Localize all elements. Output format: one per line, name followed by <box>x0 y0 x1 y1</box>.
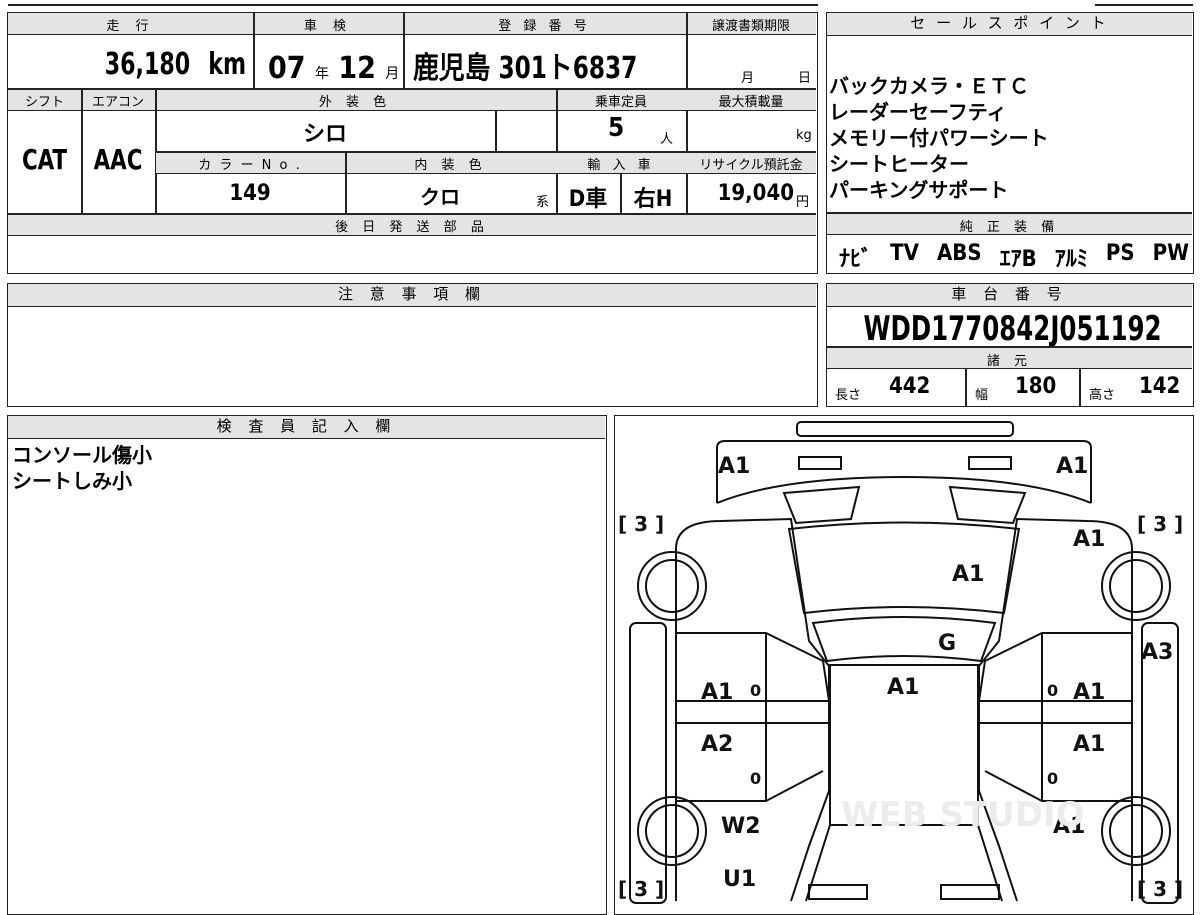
chassis-box: 車 台 番 号 WDD1770842J051192 諸 元 長さ 442 幅 1… <box>826 283 1194 407</box>
mileage-label: 走 行 <box>106 19 155 34</box>
mileage-value: 36,180 <box>105 47 191 82</box>
damage-mark: A1 <box>1073 732 1105 757</box>
damage-mark: W2 <box>721 814 761 839</box>
equipment-item: ｴｱB <box>999 247 1037 272</box>
notes-label: 注 意 事 項 欄 <box>8 284 816 307</box>
sales-point-item: パーキングサポート <box>829 178 1009 202</box>
color-no-label: カ ラ ー N o . <box>198 158 302 173</box>
inspector-notes: コンソール傷小 シートしみ小 <box>12 442 152 494</box>
sales-point-item: メモリー付パワーシート <box>829 126 1049 150</box>
zero-mark: 0 <box>1047 769 1058 788</box>
notes-box: 注 意 事 項 欄 <box>7 283 818 407</box>
max-load-label: 最大積載量 <box>718 95 784 110</box>
width-label: 幅 <box>975 388 989 403</box>
exterior-color-label: 外 装 色 <box>318 95 392 110</box>
shift-label: シフト <box>24 95 64 110</box>
import-origin-value: D車 <box>568 187 608 212</box>
watermark: WEB STUDIO <box>841 795 1085 835</box>
damage-mark: A2 <box>701 732 733 757</box>
later-parts-label: 後 日 発 送 部 品 <box>335 220 489 235</box>
sales-points-label: セ ー ル ス ポ イ ン ト <box>827 13 1192 36</box>
transfer-deadline-label: 譲渡書類期限 <box>711 19 790 34</box>
transfer-month-unit: 月 <box>741 71 755 86</box>
mileage-unit: km <box>208 47 246 82</box>
inspector-box: 検 査 員 記 入 欄 コンソール傷小 シートしみ小 <box>7 415 607 915</box>
car-diagram-box: A1 A1 A1 A1 G A1 A3 A1 A1 A2 A1 W2 A1 U1… <box>614 415 1194 915</box>
exterior-color-value: シロ <box>302 122 347 147</box>
length-value: 442 <box>889 374 931 399</box>
steering-value: 右H <box>633 187 673 212</box>
chassis-number-label: 車 台 番 号 <box>827 284 1192 307</box>
inspector-notes-label: 検 査 員 記 入 欄 <box>8 416 605 439</box>
sales-points-list: バックカメラ・ＥＴＣ レーダーセーフティ メモリー付パワーシート シートヒーター… <box>829 73 1189 203</box>
shift-value: CAT <box>21 143 68 176</box>
equipment-item: TV <box>890 241 919 266</box>
inspection-year: 07 <box>268 51 306 86</box>
sales-point-item: バックカメラ・ＥＴＣ <box>829 74 1029 98</box>
car-diagram: A1 A1 A1 A1 G A1 A3 A1 A1 A2 A1 W2 A1 U1… <box>618 421 1183 904</box>
zero-mark: 0 <box>750 769 761 788</box>
capacity-value: 5 <box>608 113 625 143</box>
damage-mark: A1 <box>1073 680 1105 705</box>
inspector-note-line: コンソール傷小 <box>12 443 152 467</box>
sales-points-box: セ ー ル ス ポ イ ン ト バックカメラ・ＥＴＣ レーダーセーフティ メモリ… <box>826 12 1194 274</box>
zero-mark: 0 <box>1047 681 1058 700</box>
equipment-item: PS <box>1105 241 1135 266</box>
vehicle-info-box: 走 行 車 検 登 録 番 号 譲渡書類期限 36,180 km 07 年 12… <box>7 12 818 274</box>
tire-mark: [ 3 ] <box>1137 512 1183 536</box>
tire-mark: [ 3 ] <box>618 512 664 536</box>
damage-mark: G <box>938 631 956 656</box>
capacity-unit: 人 <box>660 132 674 147</box>
width-value: 180 <box>1015 374 1057 399</box>
spec-label: 諸 元 <box>986 354 1033 369</box>
zero-mark: 0 <box>750 681 761 700</box>
damage-mark: A1 <box>718 454 750 479</box>
inspection-year-unit: 年 <box>314 66 329 82</box>
interior-color-label: 内 装 色 <box>414 158 487 173</box>
color-no-value: 149 <box>229 181 271 206</box>
equipment-item: PW <box>1152 241 1189 266</box>
aircon-label: エアコン <box>91 95 144 110</box>
transfer-day-unit: 日 <box>798 71 812 86</box>
damage-mark: A1 <box>952 562 984 587</box>
equipment-item: ｱﾙﾐ <box>1054 247 1088 272</box>
registration-number: 鹿児島 301ト6837 <box>413 51 638 86</box>
inspection-label: 車 検 <box>303 19 353 34</box>
interior-suffix: 系 <box>536 195 550 210</box>
inspection-month: 12 <box>338 51 376 86</box>
damage-mark: A1 <box>887 675 919 700</box>
inspection-month-unit: 月 <box>385 66 400 82</box>
inspector-note-line: シートしみ小 <box>12 469 132 493</box>
import-label: 輸 入 車 <box>587 158 655 173</box>
damage-mark: A1 <box>1056 454 1088 479</box>
sales-point-item: シートヒーター <box>829 152 969 176</box>
capacity-label: 乗車定員 <box>594 95 647 110</box>
damage-mark: A1 <box>701 680 733 705</box>
sales-point-item: レーダーセーフティ <box>829 100 1007 124</box>
height-label: 高さ <box>1089 388 1116 403</box>
equipment-item: ﾅﾋﾞ <box>839 247 873 272</box>
tire-mark: [ 3 ] <box>618 877 664 901</box>
damage-mark: A3 <box>1141 640 1173 665</box>
equipment-label: 純 正 装 備 <box>959 220 1060 235</box>
recycle-deposit-value: 19,040 <box>717 181 794 206</box>
chassis-number-value: WDD1770842J051192 <box>863 309 1162 349</box>
aircon-value: AAC <box>93 143 143 176</box>
interior-color-value: クロ <box>420 185 460 209</box>
height-value: 142 <box>1139 374 1181 399</box>
equipment-item: ABS <box>936 241 982 266</box>
registration-label: 登 録 番 号 <box>498 19 591 34</box>
top-strip <box>0 0 1200 6</box>
damage-mark: U1 <box>723 867 756 892</box>
length-label: 長さ <box>835 388 862 403</box>
max-load-unit: kg <box>796 128 812 143</box>
tire-mark: [ 3 ] <box>1137 877 1183 901</box>
equipment-list: ﾅﾋﾞ TV ABS ｴｱB ｱﾙﾐ PS PW <box>839 241 1189 273</box>
damage-mark: A1 <box>1073 527 1105 552</box>
recycle-deposit-unit: 円 <box>796 195 810 210</box>
recycle-deposit-label: リサイクル預託金 <box>699 158 803 173</box>
